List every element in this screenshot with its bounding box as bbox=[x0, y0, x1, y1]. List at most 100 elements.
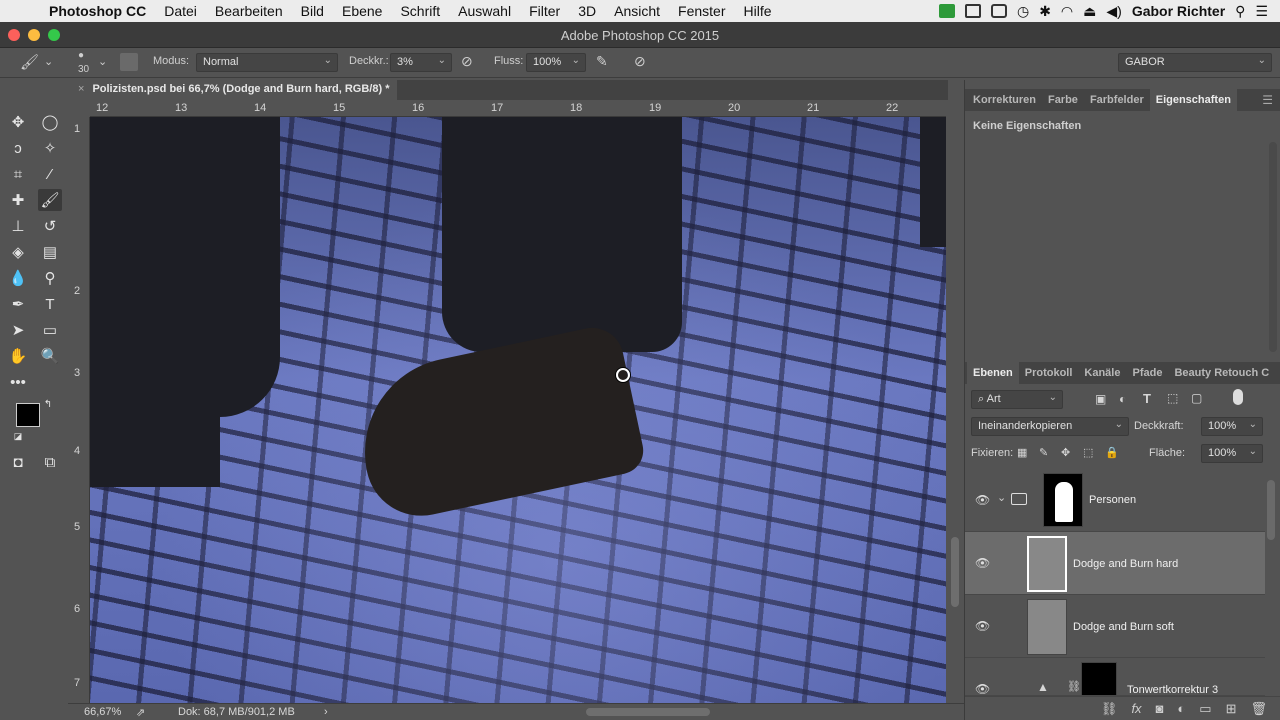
menu-auswahl[interactable]: Auswahl bbox=[449, 3, 520, 19]
layer-opacity-field[interactable]: 100% ⌄ bbox=[1201, 417, 1263, 436]
layer-style-icon[interactable]: fx bbox=[1131, 701, 1141, 716]
quick-selection-tool-icon[interactable]: ✧ bbox=[38, 137, 62, 159]
layer-row-tonwertkorrektur[interactable]: 👁 ▲ ⛓ Tonwertkorrektur 3 bbox=[965, 658, 1265, 696]
scroll-thumb[interactable] bbox=[951, 537, 959, 607]
filter-type-icon[interactable]: T bbox=[1143, 391, 1151, 406]
menu-hilfe[interactable]: Hilfe bbox=[735, 3, 781, 19]
lock-all-icon[interactable]: 🔒 bbox=[1105, 446, 1119, 459]
close-tab-icon[interactable]: × bbox=[78, 83, 84, 95]
tab-eigenschaften[interactable]: Eigenschaften bbox=[1149, 89, 1237, 111]
foreground-color-swatch[interactable] bbox=[16, 403, 40, 427]
screen-mode-icon[interactable]: ⧉ bbox=[38, 451, 62, 473]
tab-beauty-retouch[interactable]: Beauty Retouch C bbox=[1168, 362, 1275, 384]
document-tab[interactable]: × Polizisten.psd bei 66,7% (Dodge and Bur… bbox=[68, 80, 398, 100]
layer-row-dodge-burn-hard[interactable]: 👁 Dodge and Burn hard bbox=[965, 532, 1265, 595]
volume-icon[interactable]: ◀) bbox=[1106, 3, 1121, 20]
filter-smartobject-icon[interactable]: ▢ bbox=[1191, 391, 1202, 405]
lock-position-icon[interactable]: ✥ bbox=[1061, 446, 1070, 459]
menu-schrift[interactable]: Schrift bbox=[391, 3, 449, 19]
flow-field[interactable]: 100% ⌄ bbox=[526, 53, 586, 72]
user-name[interactable]: Gabor Richter bbox=[1132, 3, 1225, 19]
more-tools-icon[interactable]: ••• bbox=[6, 371, 30, 393]
lock-transparency-icon[interactable]: ▦ bbox=[1017, 446, 1027, 459]
elliptical-marquee-tool-icon[interactable]: ◯ bbox=[38, 111, 62, 133]
clone-stamp-tool-icon[interactable]: ⊥ bbox=[6, 215, 30, 237]
type-tool-icon[interactable]: T bbox=[38, 293, 62, 315]
eraser-tool-icon[interactable]: ◈ bbox=[6, 241, 30, 263]
airbrush-icon[interactable]: ✎ bbox=[596, 53, 608, 70]
crop-tool-icon[interactable]: ⌗ bbox=[6, 163, 30, 185]
menu-3d[interactable]: 3D bbox=[569, 3, 605, 19]
chevron-down-icon[interactable]: ⌄ bbox=[997, 491, 1006, 504]
menu-filter[interactable]: Filter bbox=[520, 3, 569, 19]
visibility-eye-icon[interactable]: 👁 bbox=[975, 556, 990, 570]
brush-size-preview[interactable]: ● bbox=[78, 50, 84, 61]
zoom-tool-icon[interactable]: 🔍 bbox=[38, 345, 62, 367]
tab-kanaele[interactable]: Kanäle bbox=[1078, 362, 1126, 384]
tab-protokoll[interactable]: Protokoll bbox=[1019, 362, 1079, 384]
brush-tool-icon[interactable]: 🖌 bbox=[20, 53, 39, 71]
properties-scrollbar[interactable] bbox=[1269, 142, 1277, 352]
eyedropper-tool-icon[interactable]: ⁄ bbox=[38, 163, 62, 185]
menu-bild[interactable]: Bild bbox=[292, 3, 333, 19]
pen-tool-icon[interactable]: ✒ bbox=[6, 293, 30, 315]
panel-menu-icon[interactable]: ☰ bbox=[1262, 93, 1273, 107]
menu-ansicht[interactable]: Ansicht bbox=[605, 3, 669, 19]
brush-picker-chevron-icon[interactable]: ⌄ bbox=[98, 55, 107, 68]
spotlight-icon[interactable]: ⚲ bbox=[1235, 3, 1245, 20]
opacity-field[interactable]: 3% ⌄ bbox=[390, 53, 452, 72]
new-adjustment-layer-icon[interactable]: ◐ bbox=[1177, 701, 1185, 716]
layer-filter-select[interactable]: ⌕ Art ⌄ bbox=[971, 390, 1063, 409]
healing-brush-tool-icon[interactable]: ✚ bbox=[6, 189, 30, 211]
visibility-eye-icon[interactable]: 👁 bbox=[975, 619, 990, 633]
filter-pixel-icon[interactable]: ▣ bbox=[1095, 392, 1106, 406]
visibility-eye-icon[interactable]: 👁 bbox=[975, 682, 990, 695]
workspace-select[interactable]: GABOR ⌄ bbox=[1118, 53, 1272, 72]
canvas-vertical-scrollbar[interactable] bbox=[946, 117, 964, 703]
status-menu-chevron-icon[interactable]: › bbox=[324, 706, 328, 718]
visibility-eye-icon[interactable]: 👁 bbox=[975, 493, 990, 507]
path-selection-tool-icon[interactable]: ➤ bbox=[6, 319, 30, 341]
link-icon[interactable]: ⛓ bbox=[1067, 680, 1081, 693]
battery-icon[interactable] bbox=[990, 4, 1007, 18]
adjustment-mask-thumbnail[interactable] bbox=[1081, 662, 1117, 695]
gradient-tool-icon[interactable]: ▤ bbox=[38, 241, 62, 263]
monitor-icon[interactable] bbox=[964, 4, 981, 18]
filter-shape-icon[interactable]: ⬚ bbox=[1167, 391, 1178, 405]
rectangle-tool-icon[interactable]: ▭ bbox=[38, 319, 62, 341]
blend-mode-select[interactable]: Ineinanderkopieren ⌄ bbox=[971, 417, 1129, 436]
status-app-icon[interactable] bbox=[938, 4, 955, 18]
horizontal-scroll-thumb[interactable] bbox=[586, 708, 710, 716]
tab-korrekturen[interactable]: Korrekturen bbox=[967, 89, 1042, 111]
time-machine-icon[interactable]: ◷ bbox=[1017, 3, 1029, 20]
swap-colors-icon[interactable]: ↰ bbox=[40, 397, 56, 411]
mode-select[interactable]: Normal ⌄ bbox=[196, 53, 338, 72]
menu-fenster[interactable]: Fenster bbox=[669, 3, 734, 19]
filter-toggle-switch[interactable] bbox=[1233, 389, 1243, 405]
layer-row-personen[interactable]: 👁 ⌄ Personen bbox=[965, 469, 1265, 532]
move-tool-icon[interactable]: ✥ bbox=[6, 111, 30, 133]
link-layers-icon[interactable]: ⛓ bbox=[1101, 701, 1118, 717]
menu-ebene[interactable]: Ebene bbox=[333, 3, 391, 19]
fill-field[interactable]: 100% ⌄ bbox=[1201, 444, 1263, 463]
notification-center-icon[interactable]: ☰ bbox=[1255, 3, 1268, 20]
dodge-tool-icon[interactable]: ⚲ bbox=[38, 267, 62, 289]
tool-preset-chevron-icon[interactable]: ⌄ bbox=[44, 55, 53, 68]
brush-panel-toggle-icon[interactable] bbox=[120, 53, 138, 71]
menu-bearbeiten[interactable]: Bearbeiten bbox=[206, 3, 292, 19]
tab-pfade[interactable]: Pfade bbox=[1126, 362, 1168, 384]
document-canvas[interactable] bbox=[90, 117, 946, 703]
bluetooth-icon[interactable]: ✱ bbox=[1039, 3, 1051, 20]
lock-artboard-icon[interactable]: ⬚ bbox=[1083, 446, 1093, 459]
pressure-size-icon[interactable]: ⊘ bbox=[634, 53, 646, 70]
default-colors-icon[interactable]: ◪ bbox=[10, 429, 26, 443]
wifi-icon[interactable]: ◠ bbox=[1061, 3, 1073, 20]
new-group-icon[interactable]: ▭ bbox=[1199, 701, 1211, 717]
filter-adjustment-icon[interactable]: ◐ bbox=[1119, 392, 1126, 406]
layer-thumbnail[interactable] bbox=[1027, 536, 1067, 592]
lock-pixels-icon[interactable]: ✎ bbox=[1039, 446, 1048, 459]
export-icon[interactable]: ⇗ bbox=[136, 706, 145, 719]
eject-icon[interactable]: ⏏ bbox=[1083, 3, 1096, 20]
layer-name[interactable]: Dodge and Burn hard bbox=[1073, 558, 1178, 570]
tab-farbfelder[interactable]: Farbfelder bbox=[1084, 89, 1150, 111]
